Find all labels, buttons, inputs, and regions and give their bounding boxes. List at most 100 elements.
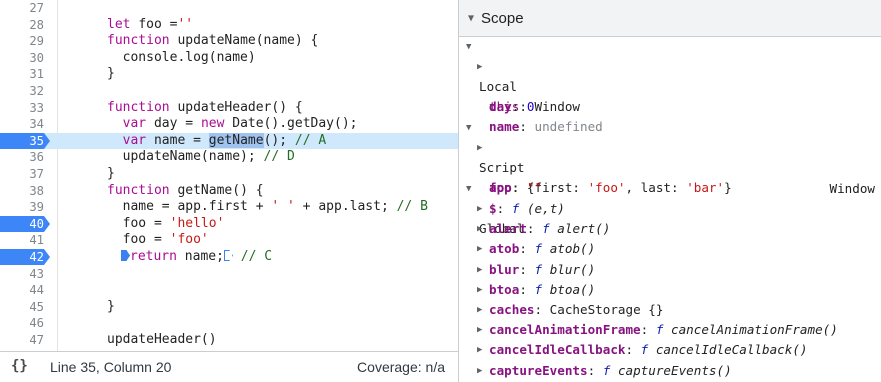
code-token: Date().getDay(); bbox=[232, 116, 358, 131]
section-global[interactable]: ▼ Global Window bbox=[459, 179, 881, 236]
coverage-status[interactable]: Coverage: n/a bbox=[357, 359, 445, 375]
line-number[interactable]: 44 bbox=[0, 282, 50, 298]
line-number[interactable]: 46 bbox=[0, 315, 50, 331]
section-local[interactable]: ▼ Local bbox=[459, 37, 881, 94]
code-line[interactable]: 45} bbox=[0, 299, 458, 315]
breakpoint-line-number[interactable]: 35 bbox=[0, 133, 50, 149]
code-text: function updateHeader() { bbox=[107, 100, 303, 116]
triangle-right-icon[interactable]: ▶ bbox=[477, 260, 482, 280]
scope-row-foo[interactable]: foo: "" bbox=[459, 158, 881, 195]
code-text: console.log(name) bbox=[107, 50, 256, 66]
code-line[interactable]: 33 function updateHeader() { bbox=[0, 100, 458, 116]
code-line[interactable]: 46 bbox=[0, 315, 458, 331]
code-line[interactable]: 30 console.log(name) bbox=[0, 50, 458, 66]
string-literal: 'foo' bbox=[169, 232, 209, 247]
code-line[interactable]: 39 name = app.first + ' ' + app.last; //… bbox=[0, 199, 458, 215]
line-number[interactable]: 43 bbox=[0, 266, 50, 282]
code-line[interactable]: 41 foo = 'foo' bbox=[0, 232, 458, 248]
code-token: } bbox=[107, 66, 115, 81]
function-marker: f bbox=[640, 342, 649, 357]
prop-value: btoa() bbox=[549, 282, 596, 297]
code-token: console.log(name) bbox=[107, 50, 256, 65]
triangle-right-icon[interactable]: ▶ bbox=[477, 138, 482, 158]
line-number[interactable]: 45 bbox=[0, 299, 50, 315]
comment: // D bbox=[263, 149, 295, 164]
code-line[interactable]: 43 bbox=[0, 266, 458, 282]
code-text: updateHeader() bbox=[107, 332, 217, 348]
code-line[interactable]: 27 bbox=[0, 0, 458, 16]
triangle-right-icon[interactable]: ▶ bbox=[477, 320, 482, 340]
line-number[interactable]: 47 bbox=[0, 332, 50, 348]
triangle-right-icon[interactable]: ▶ bbox=[477, 57, 482, 77]
line-number[interactable]: 29 bbox=[0, 33, 50, 49]
scope-row-global[interactable]: ▶ btoa: f btoa() bbox=[459, 280, 881, 300]
triangle-right-icon[interactable]: ▶ bbox=[477, 361, 482, 381]
scope-row-global[interactable]: ▶ atob: f atob() bbox=[459, 239, 881, 259]
triangle-right-icon[interactable]: ▶ bbox=[477, 280, 482, 300]
code-area[interactable]: 27 28 let foo ='' 29 function updateName(nam… bbox=[0, 0, 458, 351]
line-number[interactable]: 34 bbox=[0, 116, 50, 132]
triangle-down-icon: ▼ bbox=[466, 42, 472, 52]
code-line[interactable]: 34 var day = new Date().getDay(); bbox=[0, 116, 458, 132]
scope-row-app[interactable]: ▶ app: {first: 'foo', last: 'bar'} bbox=[459, 138, 881, 195]
inline-breakpoint-icon[interactable] bbox=[121, 250, 130, 261]
code-text: foo = 'foo' bbox=[107, 232, 209, 248]
pretty-print-icon[interactable]: {} bbox=[11, 358, 28, 374]
code-line[interactable]: 42 return name; // C bbox=[0, 249, 458, 265]
code-line[interactable]: 38 function getName() { bbox=[0, 183, 458, 199]
scope-row-day[interactable]: day: 0 bbox=[459, 77, 881, 114]
scope-row-name[interactable]: name: undefined bbox=[459, 97, 881, 134]
cursor-position: Line 35, Column 20 bbox=[50, 359, 172, 375]
line-number[interactable]: 30 bbox=[0, 50, 50, 66]
line-number[interactable]: 39 bbox=[0, 199, 50, 215]
scope-row-global[interactable]: ▶ blur: f blur() bbox=[459, 260, 881, 280]
code-line[interactable]: 40 foo = 'hello' bbox=[0, 216, 458, 232]
line-number[interactable]: 32 bbox=[0, 83, 50, 99]
editor-status-bar: {} Line 35, Column 20 Coverage: n/a bbox=[0, 351, 458, 382]
section-script[interactable]: ▼ Script bbox=[459, 118, 881, 175]
code-text: updateName(name); // D bbox=[107, 149, 295, 165]
code-line[interactable]: 37} bbox=[0, 166, 458, 182]
code-line[interactable]: 31} bbox=[0, 66, 458, 82]
line-number[interactable]: 37 bbox=[0, 166, 50, 182]
triangle-right-icon[interactable]: ▶ bbox=[477, 239, 482, 259]
scope-row-global[interactable]: ▶ alert: f alert() bbox=[459, 219, 881, 239]
string-literal: '' bbox=[177, 17, 194, 32]
scope-row-this[interactable]: ▶ this: Window bbox=[459, 57, 881, 114]
source-editor[interactable]: 27 28 let foo ='' 29 function updateName(nam… bbox=[0, 0, 459, 382]
line-number[interactable]: 31 bbox=[0, 66, 50, 82]
triangle-right-icon[interactable]: ▶ bbox=[477, 340, 482, 360]
scope-row-global[interactable]: ▶ captureEvents: f captureEvents() bbox=[459, 361, 881, 381]
breakpoint-line-number[interactable]: 42 bbox=[0, 249, 50, 265]
triangle-right-icon[interactable]: ▶ bbox=[477, 199, 482, 219]
scope-row-global[interactable]: ▶ $: f (e,t) bbox=[459, 199, 881, 219]
scope-row-global[interactable]: ▶ cancelAnimationFrame: f cancelAnimation… bbox=[459, 320, 881, 340]
function-marker: f bbox=[534, 262, 543, 277]
line-number[interactable]: 38 bbox=[0, 183, 50, 199]
code-line[interactable]: 44 bbox=[0, 282, 458, 298]
scope-row-global[interactable]: ▶ caches: CacheStorage {} bbox=[459, 300, 881, 320]
triangle-right-icon[interactable]: ▶ bbox=[477, 219, 482, 239]
code-line[interactable]: 35 var name = getName(); // A bbox=[0, 133, 458, 149]
breakpoint-line-number[interactable]: 40 bbox=[0, 216, 50, 232]
inline-breakpoint-icon[interactable] bbox=[223, 250, 233, 261]
code-line[interactable]: 29 function updateName(name) { bbox=[0, 33, 458, 49]
code-line[interactable]: 28 let foo ='' bbox=[0, 17, 458, 33]
line-number[interactable]: 41 bbox=[0, 232, 50, 248]
code-token: name = bbox=[153, 133, 209, 148]
scope-title: Scope bbox=[481, 10, 524, 27]
line-number[interactable]: 28 bbox=[0, 17, 50, 33]
scope-header[interactable]: ▼ Scope bbox=[459, 0, 881, 37]
scope-row-global[interactable]: ▶ cancelIdleCallback: f cancelIdleCallbac… bbox=[459, 340, 881, 360]
code-text: var name = getName(); // A bbox=[107, 133, 326, 149]
line-number[interactable]: 27 bbox=[0, 0, 50, 16]
prop-key: captureEvents bbox=[489, 363, 588, 378]
code-line[interactable]: 36 updateName(name); // D bbox=[0, 149, 458, 165]
code-line[interactable]: 47 updateHeader() bbox=[0, 332, 458, 348]
line-number[interactable]: 36 bbox=[0, 149, 50, 165]
line-number[interactable]: 33 bbox=[0, 100, 50, 116]
function-marker: f bbox=[655, 322, 664, 337]
triangle-right-icon[interactable]: ▶ bbox=[477, 300, 482, 320]
selected-token: getName bbox=[208, 133, 264, 148]
code-line[interactable]: 32 bbox=[0, 83, 458, 99]
